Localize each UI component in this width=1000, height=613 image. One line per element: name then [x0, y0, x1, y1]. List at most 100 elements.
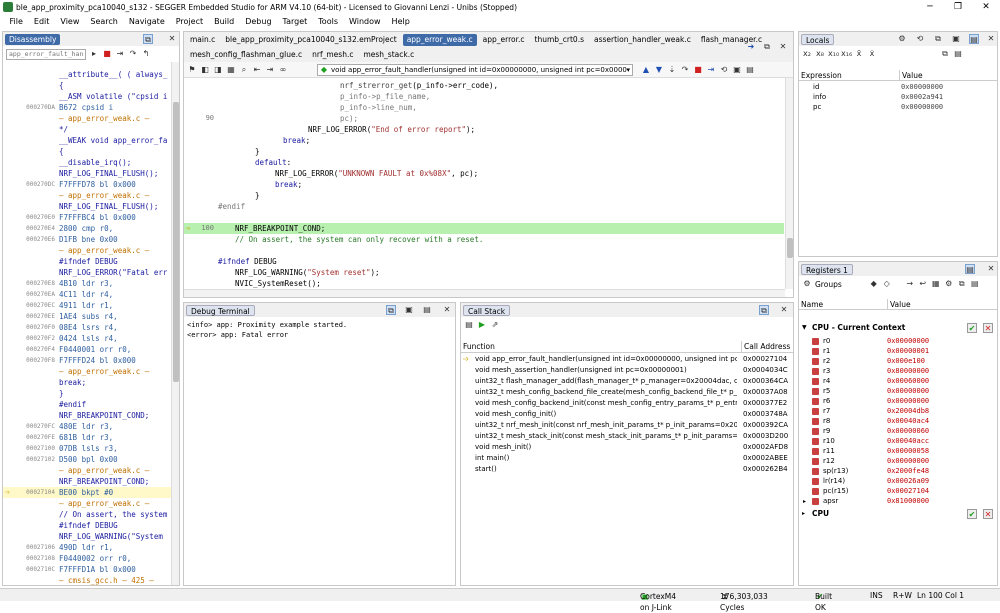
code-line[interactable]: nrf_strerror_get(p_info->err_code),: [184, 80, 784, 91]
disassembly-line[interactable]: 000270F4 F0440001 orr r0,: [3, 344, 173, 355]
disassembly-line[interactable]: 00027108 F0440002 orr r0,: [3, 553, 173, 564]
terminal-output[interactable]: <info> app: Proximity example started. <…: [184, 317, 455, 343]
disassembly-line[interactable]: 000270DC F7FFFD78 bl 0x000: [3, 179, 173, 190]
editor-tab[interactable]: ble_app_proximity_pca10040_s132.emProjec…: [221, 34, 400, 46]
disassembly-line[interactable]: #ifndef DEBUG: [3, 520, 173, 531]
disassembly-line[interactable]: 000270E8 4B10 ldr r3,: [3, 278, 173, 289]
call-stack-row[interactable]: uint32_t mesh_config_backend_file_create…: [461, 387, 793, 398]
disassembly-line[interactable]: 000270FC 480E ldr r3,: [3, 421, 173, 432]
local-row[interactable]: pc 0x00000000: [799, 102, 997, 113]
register-row[interactable]: ▸ apsr 0x81000000: [799, 496, 997, 507]
settings-icon[interactable]: ⚙: [944, 279, 954, 289]
stop-debug-icon[interactable]: ■: [693, 65, 703, 75]
code-line[interactable]: p_info->p_file_name,: [184, 91, 784, 102]
call-stack-row[interactable]: void mesh_init() 0x0002AFD8: [461, 442, 793, 453]
call-stack-tab[interactable]: Call Stack: [463, 304, 511, 316]
code-line[interactable]: p_info->line_num,: [184, 102, 784, 113]
disassembly-line[interactable]: NRF_LOG_ERROR("Fatal err: [3, 267, 173, 278]
disassembly-line[interactable]: 000270EA 4C11 ldr r4,: [3, 289, 173, 300]
register-group-cpu[interactable]: ▸ CPU ✔ ✕: [799, 508, 997, 520]
call-stack-row[interactable]: int main() 0x0002ABEE: [461, 453, 793, 464]
call-stack-row[interactable]: void mesh_config_backend_init(const mesh…: [461, 398, 793, 409]
col-name[interactable]: Name: [801, 299, 823, 310]
menu-debug[interactable]: Debug: [240, 17, 277, 26]
eraser-icon[interactable]: ◇: [882, 279, 892, 289]
disassembly-search-input[interactable]: [6, 48, 86, 60]
indent-icon[interactable]: ⇤: [252, 65, 262, 75]
copy-icon[interactable]: ⧉: [957, 279, 967, 289]
close-icon[interactable]: ✕: [986, 34, 996, 44]
menu-help[interactable]: Help: [386, 17, 415, 26]
editor-tab[interactable]: mesh_config_flashman_glue.c: [186, 49, 306, 61]
disassembly-line[interactable]: NRF_BREAKPOINT_COND;: [3, 476, 173, 487]
register-group-current[interactable]: ▼ CPU - Current Context ✔ ✕: [799, 322, 997, 334]
step-out-icon[interactable]: ↰: [141, 49, 151, 59]
disassembly-line[interactable]: NRF_LOG_FINAL_FLUSH();: [3, 201, 173, 212]
goto-icon[interactable]: ⇗: [490, 320, 500, 330]
save-icon[interactable]: ▤: [422, 305, 432, 315]
locals-tab[interactable]: Locals: [801, 33, 835, 45]
disassembly-line[interactable]: 00027102 D500 bpl 0x00: [3, 454, 173, 465]
step-into-icon[interactable]: ⇥: [115, 49, 125, 59]
editor-tab[interactable]: mesh_stack.c: [359, 49, 418, 61]
format-icon[interactable]: ▦: [931, 279, 941, 289]
editor-tab[interactable]: thumb_crt0.s: [531, 34, 588, 46]
menu-edit[interactable]: Edit: [28, 17, 55, 26]
col-value[interactable]: Value: [887, 299, 911, 310]
call-stack-row[interactable]: void mesh_assertion_handler(unsigned int…: [461, 365, 793, 376]
link-icon[interactable]: ⧉: [933, 34, 943, 44]
debug-terminal-tab[interactable]: Debug Terminal: [186, 304, 255, 316]
disassembly-line[interactable]: — app_error_weak.c —: [3, 245, 173, 256]
col-function[interactable]: Function: [463, 341, 495, 353]
disassembly-line[interactable]: 000270DA B672 cpsid i: [3, 102, 173, 113]
col-expression[interactable]: Expression: [801, 70, 842, 81]
editor-tab[interactable]: nrf_mesh.c: [308, 49, 357, 61]
menu-project[interactable]: Project: [170, 17, 208, 26]
arrow-right-icon[interactable]: →: [905, 279, 915, 289]
prev-bookmark-icon[interactable]: ◧: [200, 65, 210, 75]
close-icon[interactable]: ✕: [442, 305, 452, 315]
menu-window[interactable]: Window: [344, 17, 387, 26]
disassembly-scrollbar[interactable]: [171, 62, 179, 585]
format-float-icon[interactable]: ẋ: [867, 49, 877, 59]
disassembly-line[interactable]: __WEAK void app_error_fa: [3, 135, 173, 146]
editor-scroll-thumb[interactable]: [787, 238, 793, 258]
editor-tab[interactable]: app_error.c: [479, 34, 529, 46]
disassembly-line[interactable]: break;: [3, 377, 173, 388]
registers-tab[interactable]: Registers 1: [801, 263, 853, 275]
code-line[interactable]: NRF_LOG_ERROR("End of error report");: [184, 124, 784, 135]
pin-icon[interactable]: ⧉: [386, 305, 396, 315]
check-icon[interactable]: ✔: [967, 509, 977, 519]
disassembly-line[interactable]: {: [3, 80, 173, 91]
check-icon[interactable]: ✔: [967, 323, 977, 333]
pin-icon[interactable]: ⧉: [762, 42, 772, 52]
format-x2-icon[interactable]: x₂: [802, 49, 812, 59]
pin-icon[interactable]: ▤: [969, 34, 979, 44]
code-line[interactable]: [184, 212, 784, 223]
remove-icon[interactable]: ✕: [983, 323, 993, 333]
go-icon[interactable]: ▸: [89, 49, 99, 59]
bookmark-icon[interactable]: ⚑: [187, 65, 197, 75]
disassembly-line[interactable]: NRF_LOG_WARNING("System: [3, 531, 173, 542]
memory-icon[interactable]: ▤: [745, 65, 755, 75]
code-area[interactable]: nrf_strerror_get(p_info->err_code), p_inf…: [184, 80, 784, 290]
menu-tools[interactable]: Tools: [313, 17, 344, 26]
disassembly-line[interactable]: — app_error_weak.c —: [3, 190, 173, 201]
disassembly-line[interactable]: — app_error_weak.c —: [3, 366, 173, 377]
call-stack-row[interactable]: start() 0x000262B4: [461, 464, 793, 475]
format-x16-icon[interactable]: x₁₆: [841, 49, 852, 59]
close-icon[interactable]: ✕: [986, 264, 996, 274]
code-line[interactable]: 100 NRF_BREAKPOINT_COND; ➩: [184, 223, 784, 234]
disassembly-line[interactable]: — app_error_weak.c —: [3, 498, 173, 509]
groups-icon[interactable]: ⚙: [802, 279, 812, 289]
step-over-icon[interactable]: ↷: [680, 65, 690, 75]
disassembly-line[interactable]: 000270E0 F7FFFBC4 bl 0x000: [3, 212, 173, 223]
editor-tab[interactable]: assertion_handler_weak.c: [590, 34, 695, 46]
paste-icon[interactable]: ▤: [953, 49, 963, 59]
disassembly-line[interactable]: — app_error_weak.c —: [3, 465, 173, 476]
disassembly-line[interactable]: __disable_irq();: [3, 157, 173, 168]
format-x10-icon[interactable]: x₁₀: [828, 49, 839, 59]
copy-icon[interactable]: ⧉: [940, 49, 950, 59]
disassembly-line[interactable]: #endif: [3, 399, 173, 410]
disassembly-line[interactable]: {: [3, 146, 173, 157]
